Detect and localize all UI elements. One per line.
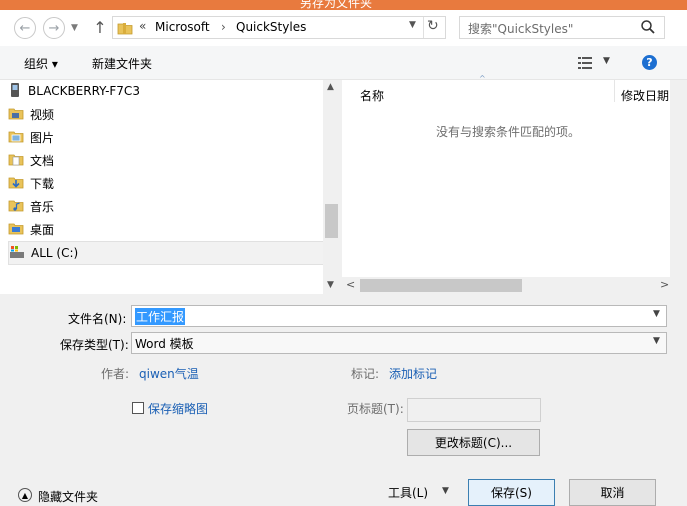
scroll-right-icon[interactable]: > [660, 278, 669, 291]
tree-item-label: BLACKBERRY-F7C3 [28, 84, 140, 98]
tree-scroll-thumb[interactable] [325, 204, 338, 238]
tree-item-label: 视频 [30, 107, 55, 122]
desktop-folder-icon [8, 220, 24, 239]
organize-menu-button[interactable]: 组织 ▾ [24, 55, 58, 72]
save-thumbnail-label[interactable]: 保存缩略图 [148, 400, 208, 417]
author-label: 作者: [101, 367, 130, 381]
tree-item-label: ALL (C:) [31, 246, 79, 260]
filename-dropdown-icon[interactable]: ▼ [653, 309, 660, 319]
view-dropdown-icon[interactable]: ▼ [603, 56, 610, 66]
filetype-dropdown-icon[interactable]: ▼ [653, 336, 660, 346]
tree-item-label: 音乐 [30, 199, 55, 214]
tree-item-label: 下载 [30, 176, 55, 191]
cancel-button-label: 取消 [600, 486, 625, 500]
folder-icon [117, 20, 133, 39]
navigation-tree[interactable]: BLACKBERRY-F7C3 视频 图片 文档 下载 音乐 桌面 ALL (C… [0, 80, 340, 294]
filetype-label: 保存类型(T): [60, 338, 129, 352]
breadcrumb-item-microsoft[interactable]: Microsoft [155, 20, 210, 34]
filename-input[interactable]: 工作汇报 ▼ [131, 305, 667, 327]
scroll-up-icon[interactable]: ▲ [327, 82, 334, 92]
save-thumbnail-checkbox[interactable] [132, 402, 144, 414]
chevron-down-icon: ▼ [71, 23, 78, 33]
forward-button[interactable]: → [43, 17, 65, 39]
videos-folder-icon [8, 105, 24, 124]
tree-item-documents[interactable]: 文档 [8, 149, 323, 171]
tools-menu-button[interactable]: 工具(L) [388, 484, 428, 501]
tags-label: 标记: [351, 367, 380, 381]
back-button[interactable]: ← [14, 17, 36, 39]
page-title-label: 页标题(T): [347, 402, 404, 416]
add-tags-link[interactable]: 添加标记 [389, 365, 437, 382]
change-title-button[interactable]: 更改标题(C)... [407, 429, 540, 456]
search-icon[interactable] [640, 19, 656, 38]
documents-folder-icon [8, 151, 24, 170]
back-arrow-icon: ← [19, 20, 31, 36]
author-value[interactable]: qiwen气温 [139, 365, 199, 382]
address-bar[interactable]: « Microsoft › QuickStyles ▼ ↻ [112, 16, 446, 39]
tree-item-blackberry[interactable]: BLACKBERRY-F7C3 [8, 80, 323, 102]
up-button[interactable]: ↑ [92, 16, 108, 38]
save-button-label: 保存(S) [491, 486, 532, 500]
scroll-down-icon[interactable]: ▼ [327, 280, 334, 290]
pictures-folder-icon [8, 128, 24, 147]
filetype-select[interactable]: Word 模板 ▼ [131, 332, 667, 354]
tools-dropdown-icon[interactable]: ▼ [442, 486, 449, 496]
recent-locations-button[interactable]: ▼ [71, 18, 81, 38]
filename-value: 工作汇报 [135, 308, 186, 325]
search-placeholder: 搜索"QuickStyles" [468, 22, 574, 36]
address-dropdown-icon[interactable]: ▼ [409, 20, 416, 30]
empty-list-message: 没有与搜索条件匹配的项。 [436, 125, 581, 139]
hide-folders-chevron-icon[interactable]: ▲ [18, 488, 32, 502]
view-options-icon[interactable] [578, 56, 594, 73]
column-header-name[interactable]: 名称 [360, 87, 384, 104]
up-arrow-icon: ↑ [93, 17, 107, 37]
scroll-left-icon[interactable]: < [346, 278, 355, 291]
filetype-value: Word 模板 [135, 337, 194, 351]
tree-item-downloads[interactable]: 下载 [8, 172, 323, 194]
search-input[interactable]: 搜索"QuickStyles" [459, 16, 665, 39]
page-title-input[interactable] [407, 398, 541, 422]
column-header-date[interactable]: 修改日期 [621, 87, 669, 104]
tree-item-videos[interactable]: 视频 [8, 103, 323, 125]
music-folder-icon [8, 197, 24, 216]
sort-indicator-icon: ^ [479, 74, 486, 83]
change-title-label: 更改标题(C)... [434, 436, 513, 450]
help-icon[interactable]: ? [642, 55, 657, 70]
list-scroll-thumb[interactable] [360, 279, 522, 292]
drive-icon [9, 244, 25, 263]
tree-item-desktop[interactable]: 桌面 [8, 218, 323, 240]
downloads-folder-icon [8, 174, 24, 193]
save-button[interactable]: 保存(S) [468, 479, 555, 506]
column-divider [614, 80, 615, 102]
refresh-icon[interactable]: ↻ [427, 18, 439, 34]
right-edge [670, 80, 687, 294]
tree-item-label: 文档 [30, 153, 55, 168]
forward-arrow-icon: → [48, 20, 60, 36]
tree-item-music[interactable]: 音乐 [8, 195, 323, 217]
breadcrumb-chevron-icon: › [221, 20, 226, 34]
device-icon [8, 82, 22, 101]
breadcrumb-item-quickstyles[interactable]: QuickStyles [236, 20, 306, 34]
tree-scrollbar[interactable] [323, 80, 340, 294]
tree-item-pictures[interactable]: 图片 [8, 126, 323, 148]
tree-item-label: 桌面 [30, 222, 55, 237]
address-divider [423, 17, 424, 38]
tree-item-drive-c[interactable]: ALL (C:) [8, 241, 325, 265]
filename-label: 文件名(N): [68, 312, 127, 326]
new-folder-button[interactable]: 新建文件夹 [92, 55, 152, 72]
file-list[interactable] [342, 80, 670, 294]
breadcrumb-separator[interactable]: « [139, 19, 146, 33]
cancel-button[interactable]: 取消 [569, 479, 656, 506]
tree-item-label: 图片 [30, 130, 55, 145]
